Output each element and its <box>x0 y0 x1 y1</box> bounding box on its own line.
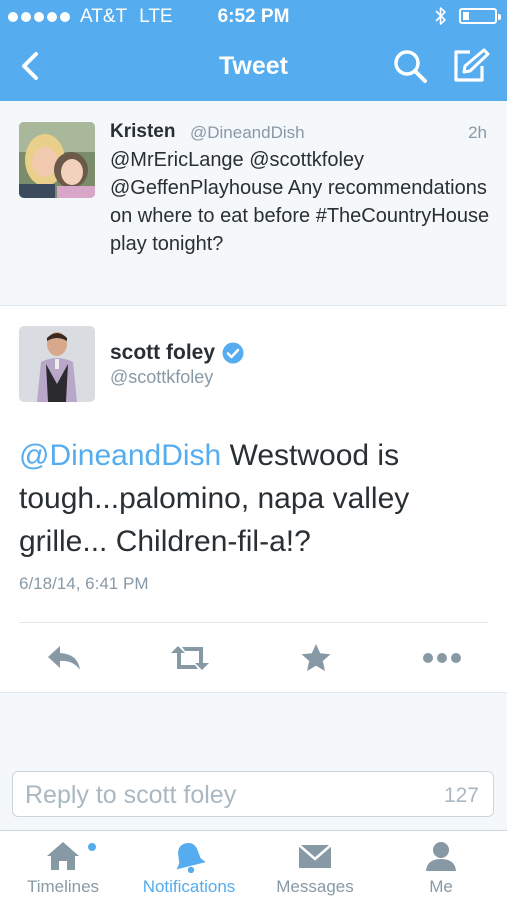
author-handle: @scottkfoley <box>110 367 214 387</box>
battery-icon <box>459 8 501 24</box>
nav-bar: Tweet <box>0 34 507 101</box>
status-time: 6:52 PM <box>217 6 290 27</box>
more-icon <box>423 653 461 663</box>
tab-me[interactable]: Me <box>378 831 504 900</box>
page-title: Tweet <box>219 52 288 80</box>
author-handle: @DineandDish <box>190 123 305 142</box>
status-bar: AT&T LTE 6:52 PM <box>0 0 507 34</box>
tweet-date: 6/18/14, 6:41 PM <box>19 574 149 593</box>
divider <box>19 622 488 623</box>
home-icon <box>47 842 79 870</box>
tweet-text: @MrEricLange @scottkfoley @GeffenPlayhou… <box>110 149 490 255</box>
bell-icon <box>176 843 206 873</box>
compose-icon <box>454 48 490 82</box>
tab-notifications[interactable]: Notifications <box>126 831 252 900</box>
compose-button[interactable] <box>448 46 492 86</box>
tab-messages[interactable]: Messages <box>252 831 378 900</box>
chevron-left-icon <box>22 52 38 80</box>
battery-fill <box>463 12 469 20</box>
tab-timelines[interactable]: Timelines <box>0 831 126 900</box>
back-button[interactable] <box>12 46 52 86</box>
person-icon <box>426 842 456 871</box>
retweet-icon <box>171 646 209 670</box>
tab-label: Messages <box>276 877 354 896</box>
reply-box[interactable]: 127 <box>12 771 494 817</box>
reply-button[interactable] <box>42 636 86 680</box>
bluetooth-icon <box>435 7 446 25</box>
tweet-text: @DineandDish Westwood is tough...palomin… <box>19 434 489 563</box>
author-name-row: scott foley <box>110 341 244 365</box>
star-icon <box>301 644 331 671</box>
more-button[interactable] <box>420 636 464 680</box>
search-button[interactable] <box>390 46 430 86</box>
author-name[interactable]: scott foley <box>110 341 215 365</box>
author-name[interactable]: Kristen <box>110 121 175 143</box>
unread-dot <box>88 843 96 851</box>
tab-label: Me <box>429 877 453 896</box>
avatar[interactable] <box>19 122 95 198</box>
search-icon <box>394 50 427 83</box>
tab-bar: Timelines Notifications Messages Me <box>0 830 507 900</box>
tab-label: Timelines <box>26 877 100 896</box>
tab-label: Notifications <box>142 877 236 896</box>
reply-input[interactable] <box>25 780 405 810</box>
tweet-time: 2h <box>468 123 487 142</box>
top-bar: AT&T LTE 6:52 PM Tweet <box>0 0 507 101</box>
retweet-button[interactable] <box>168 636 212 680</box>
envelope-icon <box>298 844 332 868</box>
reply-icon <box>48 646 80 670</box>
status-right <box>435 6 501 26</box>
favorite-button[interactable] <box>294 636 338 680</box>
avatar[interactable] <box>19 326 95 402</box>
character-count: 127 <box>443 784 479 807</box>
mention-link[interactable]: @DineandDish <box>19 439 221 472</box>
verified-badge-icon <box>222 342 244 364</box>
